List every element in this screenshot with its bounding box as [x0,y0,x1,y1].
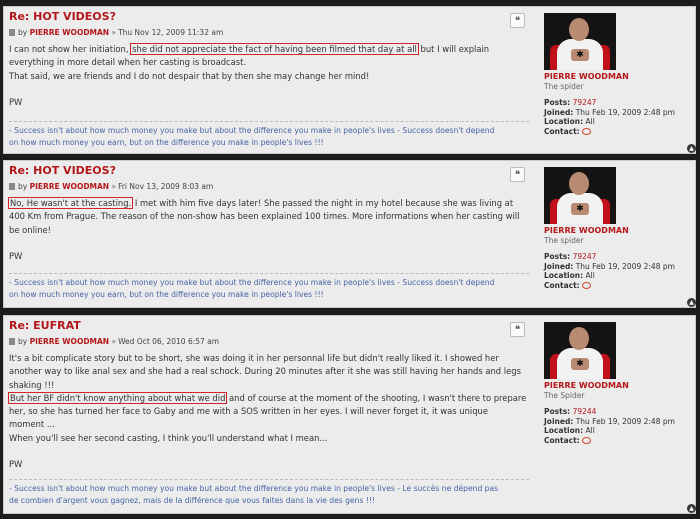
avatar[interactable]: ✱ [544,167,616,224]
post-line [9,83,529,96]
profile-username[interactable]: PIERRE WOODMAN [544,72,692,81]
forum-post: Re: HOT VIDEOS? by PIERRE WOODMAN » Thu N… [3,6,696,154]
post-title[interactable]: Re: EUFRAT [9,319,81,332]
profile-location: All [585,117,595,127]
post-line: That said, we are friends and I do not d… [9,70,370,81]
profile-post-count[interactable]: 79247 [573,252,597,261]
quote-icon: ❝ [515,325,520,335]
contact-icon[interactable] [581,436,591,444]
post-icon [9,183,15,190]
back-to-top-icon[interactable]: ▲ [687,298,696,307]
profile-joined: Thu Feb 19, 2009 2:48 pm [575,107,675,117]
author-arrow-icon: » [111,337,117,346]
profile-joined: Thu Feb 19, 2009 2:48 pm [575,416,675,426]
post-line: moment ... [9,419,55,430]
post-signoff: PW [9,459,23,470]
post-line: another way to like anal sex and she had… [9,366,521,377]
highlight-box: No, He wasn't at the casting. [7,197,134,209]
post-signature: - Success isn't about how much money you… [9,273,529,300]
profile-location: All [585,426,595,436]
quote-button[interactable]: ❝ [510,13,525,28]
quote-button[interactable]: ❝ [510,167,525,182]
post-line: I can not show her initiation, she did n… [9,43,490,55]
post-signature: - Success isn't about how much money you… [9,121,529,148]
post-line: But her BF didn't know anything about wh… [7,391,527,404]
author-profile: ✱ PIERRE WOODMAN The spider Posts: 79247… [544,167,692,290]
post-body: I can not show her initiation, she did n… [9,43,529,109]
contact-icon[interactable] [581,281,591,289]
post-line: be online! [9,224,52,235]
forum-post: Re: EUFRAT by PIERRE WOODMAN » Wed Oct 06… [3,315,696,514]
forum-post: Re: HOT VIDEOS? by PIERRE WOODMAN » Fri N… [3,160,696,308]
post-author[interactable]: PIERRE WOODMAN [30,182,110,191]
spider-icon: ✱ [576,359,584,369]
profile-rank: The Spider [544,391,585,400]
post-date: Wed Oct 06, 2010 6:57 am [118,337,220,346]
author-profile: ✱ PIERRE WOODMAN The Spider Posts: 79244… [544,322,692,445]
profile-post-count[interactable]: 79247 [573,98,597,107]
post-line [9,237,529,250]
profile-stats: Posts: 79244 Joined: Thu Feb 19, 2009 2:… [544,407,675,445]
profile-joined: Thu Feb 19, 2009 2:48 pm [575,261,675,271]
avatar[interactable]: ✱ [544,322,616,379]
post-title[interactable]: Re: HOT VIDEOS? [9,164,116,177]
post-signoff: PW [9,251,23,262]
back-to-top-icon[interactable]: ▲ [687,144,696,153]
post-line: When you'll see her second casting, I th… [9,432,328,443]
contact-icon[interactable] [581,127,591,135]
post-line: 400 Km from Prague. The reason of the no… [9,211,520,222]
spider-icon: ✱ [576,50,584,60]
profile-post-count[interactable]: 79244 [573,407,597,416]
profile-rank: The spider [544,82,584,91]
spider-icon: ✱ [576,204,584,214]
post-meta: by PIERRE WOODMAN » Thu Nov 12, 2009 11:3… [9,28,223,37]
profile-username[interactable]: PIERRE WOODMAN [544,226,692,235]
post-line: her, so she has turned her face to Gaby … [9,406,488,417]
post-line [9,445,529,458]
profile-stats: Posts: 79247 Joined: Thu Feb 19, 2009 2:… [544,252,675,290]
highlight-box: she did not appreciate the fact of havin… [130,43,419,55]
post-line: shaking !!! [9,379,55,390]
back-to-top-icon[interactable]: ▲ [687,504,696,513]
profile-stats: Posts: 79247 Joined: Thu Feb 19, 2009 2:… [544,98,675,136]
avatar[interactable]: ✱ [544,13,616,70]
profile-location: All [585,271,595,281]
post-date: Fri Nov 13, 2009 8:03 am [118,182,214,191]
quote-icon: ❝ [515,170,520,180]
quote-icon: ❝ [515,16,520,26]
highlight-box: But her BF didn't know anything about wh… [7,391,228,404]
quote-button[interactable]: ❝ [510,322,525,337]
post-line: No, He wasn't at the casting. I met with… [7,197,514,209]
profile-username[interactable]: PIERRE WOODMAN [544,381,692,390]
post-title[interactable]: Re: HOT VIDEOS? [9,10,116,23]
author-profile: ✱ PIERRE WOODMAN The spider Posts: 79247… [544,13,692,136]
post-author[interactable]: PIERRE WOODMAN [30,28,110,37]
post-date: Thu Nov 12, 2009 11:32 am [118,28,224,37]
post-meta: by PIERRE WOODMAN » Wed Oct 06, 2010 6:57… [9,337,219,346]
post-icon [9,29,15,36]
post-line: everything in more detail when her casti… [9,57,247,68]
post-author[interactable]: PIERRE WOODMAN [30,337,110,346]
author-arrow-icon: » [111,28,117,37]
post-body: No, He wasn't at the casting. I met with… [7,197,529,263]
post-body: It's a bit complicate story but to be sh… [7,352,529,472]
author-arrow-icon: » [111,182,117,191]
profile-rank: The spider [544,236,584,245]
post-meta: by PIERRE WOODMAN » Fri Nov 13, 2009 8:03… [9,182,213,191]
post-line: It's a bit complicate story but to be sh… [9,353,499,363]
post-signoff: PW [9,97,23,108]
post-signature: - Success isn't about how much money you… [9,479,529,506]
post-icon [9,338,15,345]
